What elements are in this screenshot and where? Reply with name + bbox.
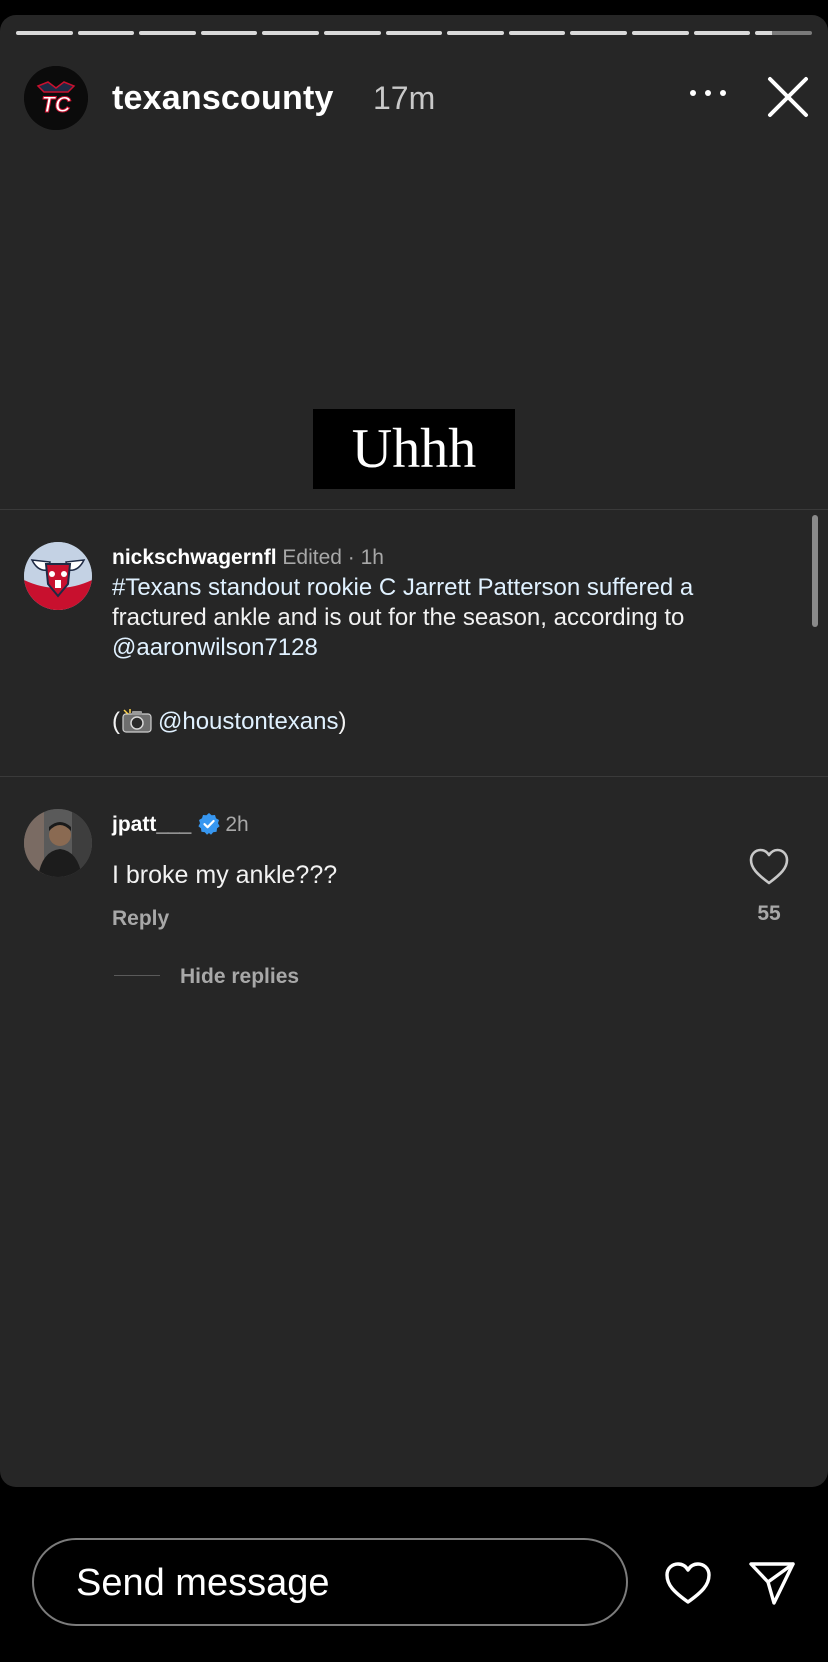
share-button[interactable] <box>748 1560 796 1606</box>
divider <box>0 776 828 777</box>
story-header: TC texanscounty 17m <box>0 49 828 130</box>
paper-plane-icon <box>749 1562 795 1605</box>
comment-text: I broke my ankle??? <box>112 861 338 889</box>
post-photo-credit: ( @houstontexans) <box>112 708 346 736</box>
post-meta: Edited · 1h <box>282 546 384 569</box>
replies-divider-line <box>114 975 160 976</box>
scrollbar[interactable] <box>812 515 818 627</box>
credit-open-paren: ( <box>112 708 120 735</box>
comment-like-count: 55 <box>757 902 781 925</box>
person-photo-icon <box>24 809 92 877</box>
more-dot-icon <box>705 90 711 96</box>
comment-author-avatar[interactable] <box>24 809 92 877</box>
progress-segment <box>508 31 566 35</box>
comment-author: jpatt___ 2h <box>112 812 249 837</box>
story-progress-bar <box>16 31 812 35</box>
progress-segment <box>262 31 320 35</box>
progress-segment <box>632 31 689 35</box>
progress-segment <box>447 31 504 35</box>
close-icon <box>768 77 808 117</box>
account-username[interactable]: texanscounty <box>112 79 334 118</box>
progress-segment <box>77 31 135 35</box>
hashtag-texans[interactable]: #Texans standout rookie C Jarrett Patter… <box>112 574 693 601</box>
comment-like-button[interactable] <box>749 848 789 886</box>
progress-segment <box>324 31 381 35</box>
more-dot-icon <box>720 90 726 96</box>
heart-outline-icon <box>665 1562 711 1604</box>
svg-text:TC: TC <box>41 92 71 117</box>
progress-segment <box>139 31 196 35</box>
post-line: #Texans standout rookie C Jarrett Patter… <box>112 573 802 603</box>
progress-segment <box>570 31 628 35</box>
progress-segment-current <box>755 31 812 35</box>
divider <box>0 509 828 510</box>
mention-aaronwilson[interactable]: @aaronwilson7128 <box>112 633 802 663</box>
heart-outline-icon <box>749 848 789 885</box>
hide-replies-button[interactable]: Hide replies <box>180 965 299 989</box>
post-author[interactable]: nickschwagernfl Edited · 1h <box>112 546 384 570</box>
reply-button[interactable]: Reply <box>112 907 169 931</box>
comment-username[interactable]: jpatt___ <box>112 813 191 836</box>
story-text-sticker: Uhhh <box>313 409 515 489</box>
post-line: fractured ankle and is out for the seaso… <box>112 604 685 631</box>
progress-segment <box>200 31 258 35</box>
texans-county-logo-icon: TC <box>24 66 88 130</box>
like-story-button[interactable] <box>664 1561 712 1605</box>
longhorn-bull-icon <box>24 542 92 610</box>
post-author-avatar[interactable] <box>24 542 92 610</box>
story-timestamp: 17m <box>373 80 436 116</box>
comment-timestamp: 2h <box>225 813 249 836</box>
credit-close-paren: ) <box>338 708 347 735</box>
mention-houstontexans[interactable]: @houstontexans <box>158 708 338 735</box>
verified-badge-icon <box>198 813 220 835</box>
send-message-input[interactable]: Send message <box>32 1538 628 1626</box>
progress-segment <box>16 31 73 35</box>
post-body: #Texans standout rookie C Jarrett Patter… <box>112 573 802 663</box>
close-button[interactable] <box>766 75 810 119</box>
progress-segment <box>385 31 443 35</box>
account-avatar[interactable]: TC <box>24 66 88 130</box>
more-options-button[interactable] <box>690 81 726 105</box>
progress-segment <box>693 31 751 35</box>
camera-flash-icon <box>122 709 152 733</box>
story-card[interactable]: TC texanscounty 17m Uhhh nickschwagernfl… <box>0 15 828 1487</box>
send-message-placeholder: Send message <box>76 1562 330 1604</box>
more-dot-icon <box>690 90 696 96</box>
post-author-username[interactable]: nickschwagernfl <box>112 546 277 569</box>
